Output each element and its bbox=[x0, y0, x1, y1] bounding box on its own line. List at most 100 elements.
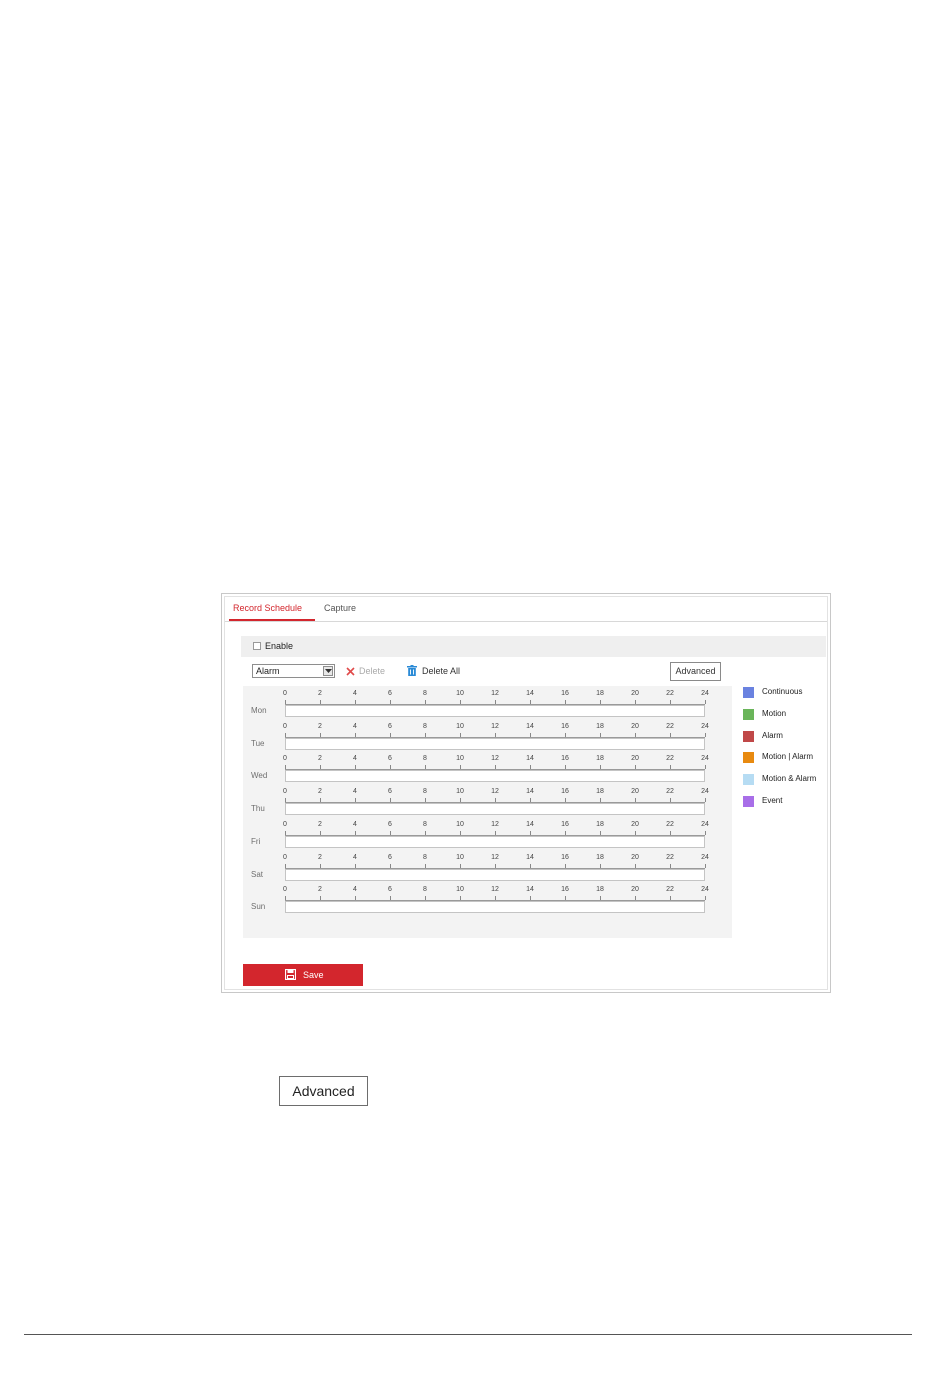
hour-tick-mark bbox=[705, 830, 706, 835]
hour-tick-label: 6 bbox=[388, 853, 392, 861]
legend-label: Motion & Alarm bbox=[762, 774, 817, 784]
day-label: Fri bbox=[251, 836, 261, 846]
day-label: Wed bbox=[251, 771, 268, 781]
hour-tick-label: 24 bbox=[701, 853, 709, 861]
hour-tick-label: 20 bbox=[631, 820, 639, 828]
delete-all-button[interactable]: Delete All bbox=[422, 666, 460, 676]
hour-tick-label: 14 bbox=[526, 886, 534, 894]
hour-tick-label: 6 bbox=[388, 886, 392, 894]
hour-tick-label: 12 bbox=[491, 820, 499, 828]
hour-tick-label: 20 bbox=[631, 690, 639, 697]
floppy-disk-icon bbox=[285, 969, 296, 980]
day-schedule-bar[interactable] bbox=[285, 901, 705, 914]
hour-tick-label: 10 bbox=[456, 853, 464, 861]
advanced-button[interactable]: Advanced bbox=[670, 662, 721, 681]
day-schedule-bar[interactable] bbox=[285, 835, 705, 848]
hour-tick-label: 12 bbox=[491, 886, 499, 894]
hour-tick-label: 24 bbox=[701, 886, 709, 894]
hour-tick-label: 4 bbox=[353, 755, 357, 763]
hour-tick-label: 4 bbox=[353, 722, 357, 730]
hour-tick-label: 18 bbox=[596, 690, 604, 697]
hour-tick-label: 18 bbox=[596, 820, 604, 828]
hour-tick-label: 4 bbox=[353, 788, 357, 796]
hour-tick-label: 14 bbox=[526, 755, 534, 763]
chevron-down-icon[interactable] bbox=[323, 666, 333, 676]
day-label: Mon bbox=[251, 706, 267, 715]
legend-swatch[interactable] bbox=[743, 708, 754, 720]
record-type-select[interactable]: Alarm bbox=[252, 664, 335, 678]
legend-swatch[interactable] bbox=[743, 796, 754, 807]
hour-tick-label: 20 bbox=[631, 853, 639, 861]
schedule-grid: 0 2 4 6 8 10 12 14 16 18 20 22 24 Mon 0 2 4 6 8 10 12 14 16 18 2… bbox=[243, 686, 732, 938]
legend-swatch[interactable] bbox=[743, 774, 754, 786]
legend-label: Event bbox=[762, 796, 783, 805]
record-schedule-screenshot: Record Schedule Capture Enable Alarm Del… bbox=[221, 593, 831, 993]
tab-record-schedule[interactable]: Record Schedule bbox=[233, 603, 302, 613]
hour-tick-label: 0 bbox=[283, 886, 287, 894]
hour-tick-label: 8 bbox=[423, 788, 427, 796]
enable-checkbox[interactable] bbox=[253, 642, 261, 650]
hour-tick-label: 16 bbox=[561, 853, 569, 861]
hour-tick-label: 22 bbox=[666, 755, 674, 763]
hour-tick-label: 20 bbox=[631, 755, 639, 763]
hour-tick-label: 4 bbox=[353, 886, 357, 894]
day-schedule-bar[interactable] bbox=[285, 770, 705, 783]
advanced-button-standalone[interactable]: Advanced bbox=[279, 1076, 368, 1106]
day-schedule-bar[interactable] bbox=[285, 803, 705, 816]
hour-tick-label: 0 bbox=[283, 755, 287, 763]
hour-tick-label: 2 bbox=[318, 853, 322, 861]
hour-tick-label: 10 bbox=[456, 690, 464, 697]
hour-tick-label: 0 bbox=[283, 853, 287, 861]
footer-divider bbox=[24, 1334, 912, 1335]
legend-label: Continuous bbox=[762, 687, 803, 696]
hour-tick-label: 18 bbox=[596, 722, 604, 730]
hour-tick-label: 18 bbox=[596, 755, 604, 763]
panel-body: Record Schedule Capture Enable Alarm Del… bbox=[224, 596, 828, 990]
close-icon[interactable] bbox=[346, 667, 355, 676]
hour-tick-label: 0 bbox=[283, 788, 287, 796]
hour-tick-label: 0 bbox=[283, 820, 287, 828]
legend-swatch[interactable] bbox=[743, 687, 754, 698]
hour-tick-label: 16 bbox=[561, 722, 569, 730]
day-schedule-bar[interactable] bbox=[285, 737, 705, 750]
hour-tick-label: 24 bbox=[701, 722, 709, 730]
active-tab-indicator bbox=[229, 619, 315, 621]
hour-tick-label: 4 bbox=[353, 690, 357, 697]
hour-tick-label: 6 bbox=[388, 788, 392, 796]
hour-tick-mark bbox=[705, 732, 706, 737]
save-button[interactable]: Save bbox=[243, 964, 363, 986]
hour-tick-label: 6 bbox=[388, 755, 392, 763]
legend-swatch[interactable] bbox=[743, 752, 754, 764]
hour-tick-label: 12 bbox=[491, 853, 499, 861]
hour-tick-label: 22 bbox=[666, 690, 674, 697]
day-schedule-bar[interactable] bbox=[285, 868, 705, 881]
delete-button[interactable]: Delete bbox=[359, 666, 385, 676]
hour-tick-label: 8 bbox=[423, 722, 427, 730]
hour-tick-mark bbox=[705, 700, 706, 704]
hour-tick-label: 24 bbox=[701, 755, 709, 763]
hour-tick-label: 24 bbox=[701, 690, 709, 697]
hour-tick-label: 6 bbox=[388, 820, 392, 828]
legend-swatch[interactable] bbox=[743, 730, 754, 742]
hour-tick-label: 24 bbox=[701, 788, 709, 796]
trash-icon[interactable] bbox=[407, 665, 417, 676]
record-type-value: Alarm bbox=[256, 666, 280, 676]
hour-tick-mark bbox=[705, 896, 706, 901]
hour-tick-mark bbox=[705, 765, 706, 770]
hour-tick-label: 12 bbox=[491, 722, 499, 730]
hour-tick-label: 10 bbox=[456, 755, 464, 763]
hour-tick-label: 0 bbox=[283, 722, 287, 730]
tab-capture[interactable]: Capture bbox=[324, 603, 356, 613]
legend-label: Alarm bbox=[762, 730, 783, 740]
hour-tick-label: 10 bbox=[456, 820, 464, 828]
day-label: Sun bbox=[251, 902, 266, 912]
day-schedule-bar[interactable] bbox=[285, 705, 705, 717]
hour-tick-label: 16 bbox=[561, 690, 569, 697]
tab-bar: Record Schedule Capture bbox=[225, 597, 827, 622]
hour-tick-label: 18 bbox=[596, 886, 604, 894]
hour-tick-label: 12 bbox=[491, 788, 499, 796]
hour-tick-label: 2 bbox=[318, 788, 322, 796]
hour-tick-label: 16 bbox=[561, 788, 569, 796]
hour-tick-label: 16 bbox=[561, 820, 569, 828]
hour-tick-mark bbox=[705, 863, 706, 868]
